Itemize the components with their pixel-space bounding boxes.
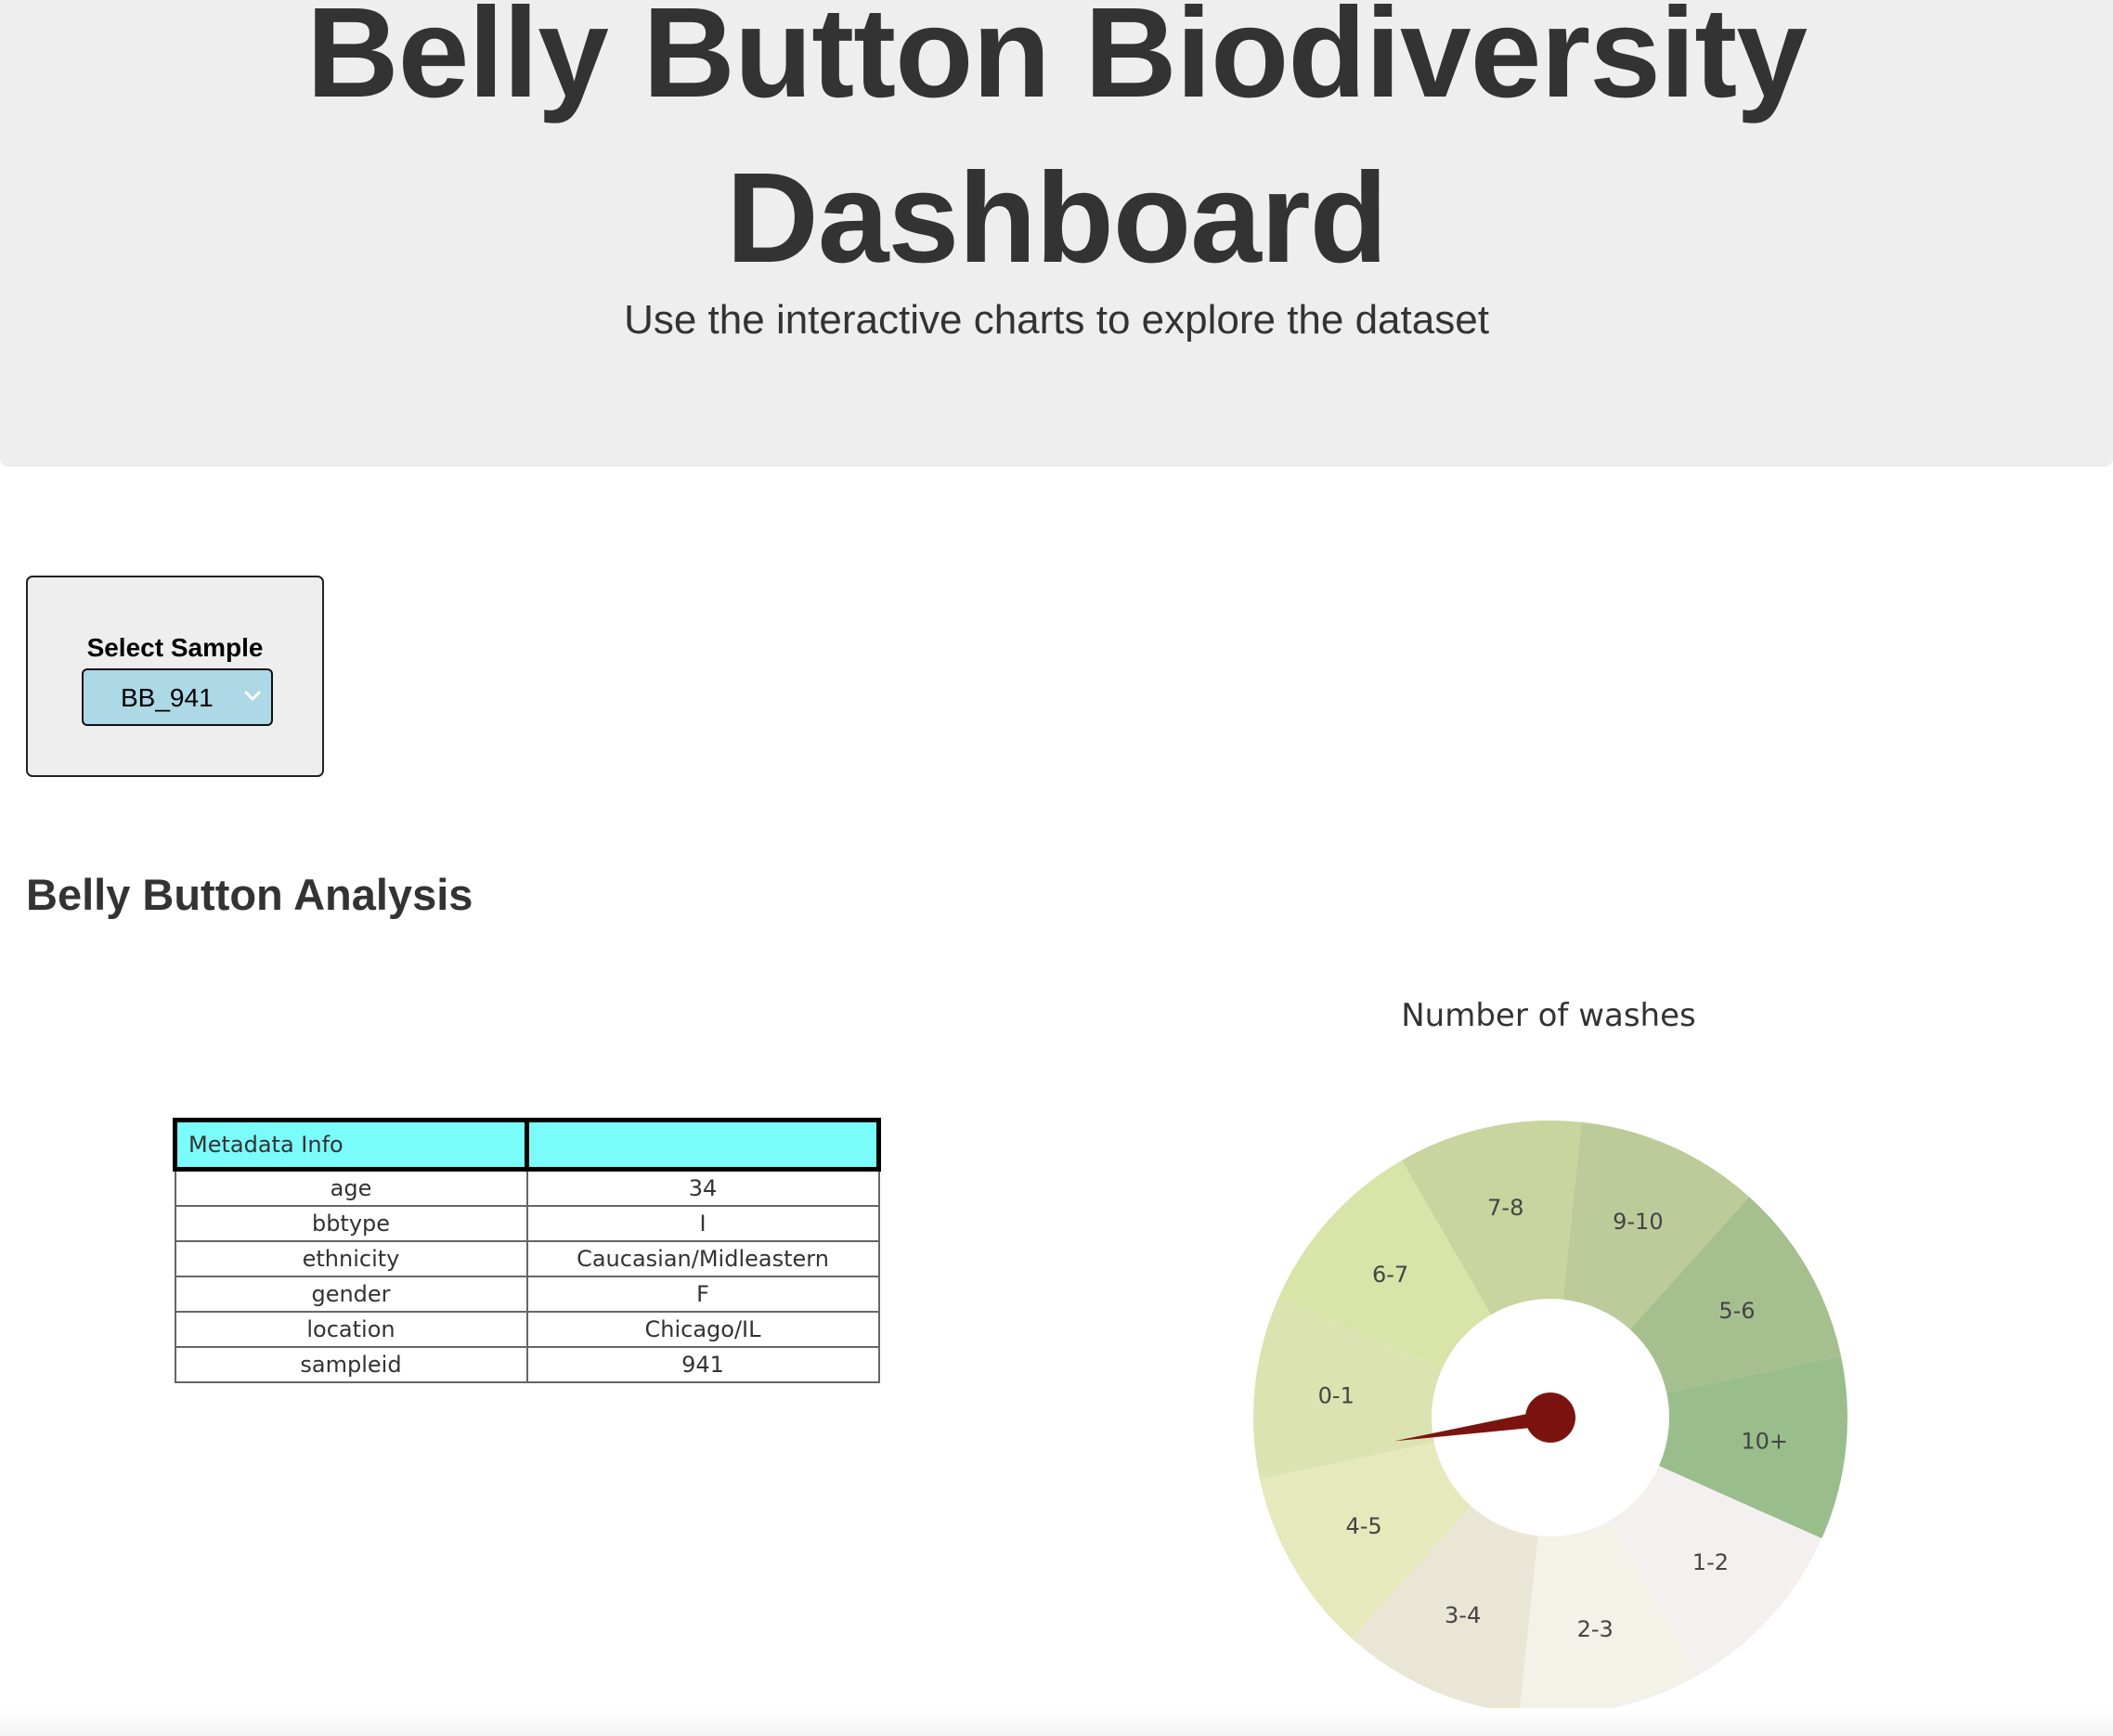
select-sample-label: Select Sample: [86, 633, 264, 662]
metadata-header-cell: Metadata Info: [173, 1118, 529, 1172]
sample-dropdown-value: BB_941: [121, 683, 214, 712]
metadata-header-cell: [525, 1118, 881, 1172]
sample-dropdown[interactable]: BB_941: [82, 668, 273, 726]
gauge-slice-label: 4-5: [1345, 1513, 1381, 1539]
gauge-slice-label: 0-1: [1318, 1383, 1355, 1409]
gauge-slice-label: 7-8: [1487, 1195, 1523, 1221]
table-row: gender F: [174, 1276, 880, 1313]
table-row: sampleid 941: [174, 1346, 880, 1383]
chevron-down-icon: [244, 691, 261, 701]
gauge-slice-label: 10+: [1741, 1428, 1788, 1454]
gauge-slice-label: 6-7: [1372, 1262, 1408, 1288]
metadata-value: Caucasian/Midleastern: [525, 1240, 880, 1277]
gauge-title: Number of washes: [1401, 997, 1696, 1034]
metadata-value: 34: [525, 1168, 880, 1207]
metadata-value: 941: [525, 1346, 880, 1383]
metadata-key: bbtype: [174, 1205, 528, 1242]
gauge-slice-label: 2-3: [1577, 1616, 1614, 1642]
gauge-slice-label: 9-10: [1613, 1209, 1663, 1235]
table-row: age 34: [174, 1168, 880, 1207]
gauge-slice-label: 5-6: [1718, 1298, 1755, 1324]
metadata-key: location: [174, 1311, 528, 1348]
metadata-value: I: [525, 1205, 880, 1242]
table-row: bbtype I: [174, 1205, 880, 1242]
metadata-key: ethnicity: [174, 1240, 528, 1277]
header-banner: Belly Button Biodiversity Dashboard Use …: [0, 0, 2113, 467]
metadata-header-row: Metadata Info: [173, 1118, 881, 1172]
analysis-heading: Belly Button Analysis: [26, 870, 473, 919]
gauge-needle-hub: [1525, 1393, 1575, 1443]
metadata-value: F: [525, 1276, 880, 1313]
gauge-slice-label: 3-4: [1445, 1602, 1481, 1628]
metadata-table: Metadata Info age 34 bbtype I ethnicity …: [173, 1118, 881, 1383]
gauge-slice-label: 1-2: [1692, 1549, 1729, 1575]
washes-gauge-chart[interactable]: 0-1 6-7 7-8 9-10 5-6 10+ 1-2 2-3 3-4 4-5: [1244, 1114, 1857, 1727]
page-title: Belly Button Biodiversity Dashboard: [306, 0, 1808, 290]
metadata-value: Chicago/IL: [525, 1311, 880, 1348]
page-bottom-edge: [0, 1708, 2113, 1736]
page-subtitle: Use the interactive charts to explore th…: [624, 297, 1489, 343]
table-row: ethnicity Caucasian/Midleastern: [174, 1240, 880, 1277]
metadata-key: gender: [174, 1276, 528, 1313]
metadata-key: age: [174, 1168, 528, 1207]
table-row: location Chicago/IL: [174, 1311, 880, 1348]
metadata-key: sampleid: [174, 1346, 528, 1383]
sample-selector-panel: Select Sample BB_941: [26, 576, 324, 777]
